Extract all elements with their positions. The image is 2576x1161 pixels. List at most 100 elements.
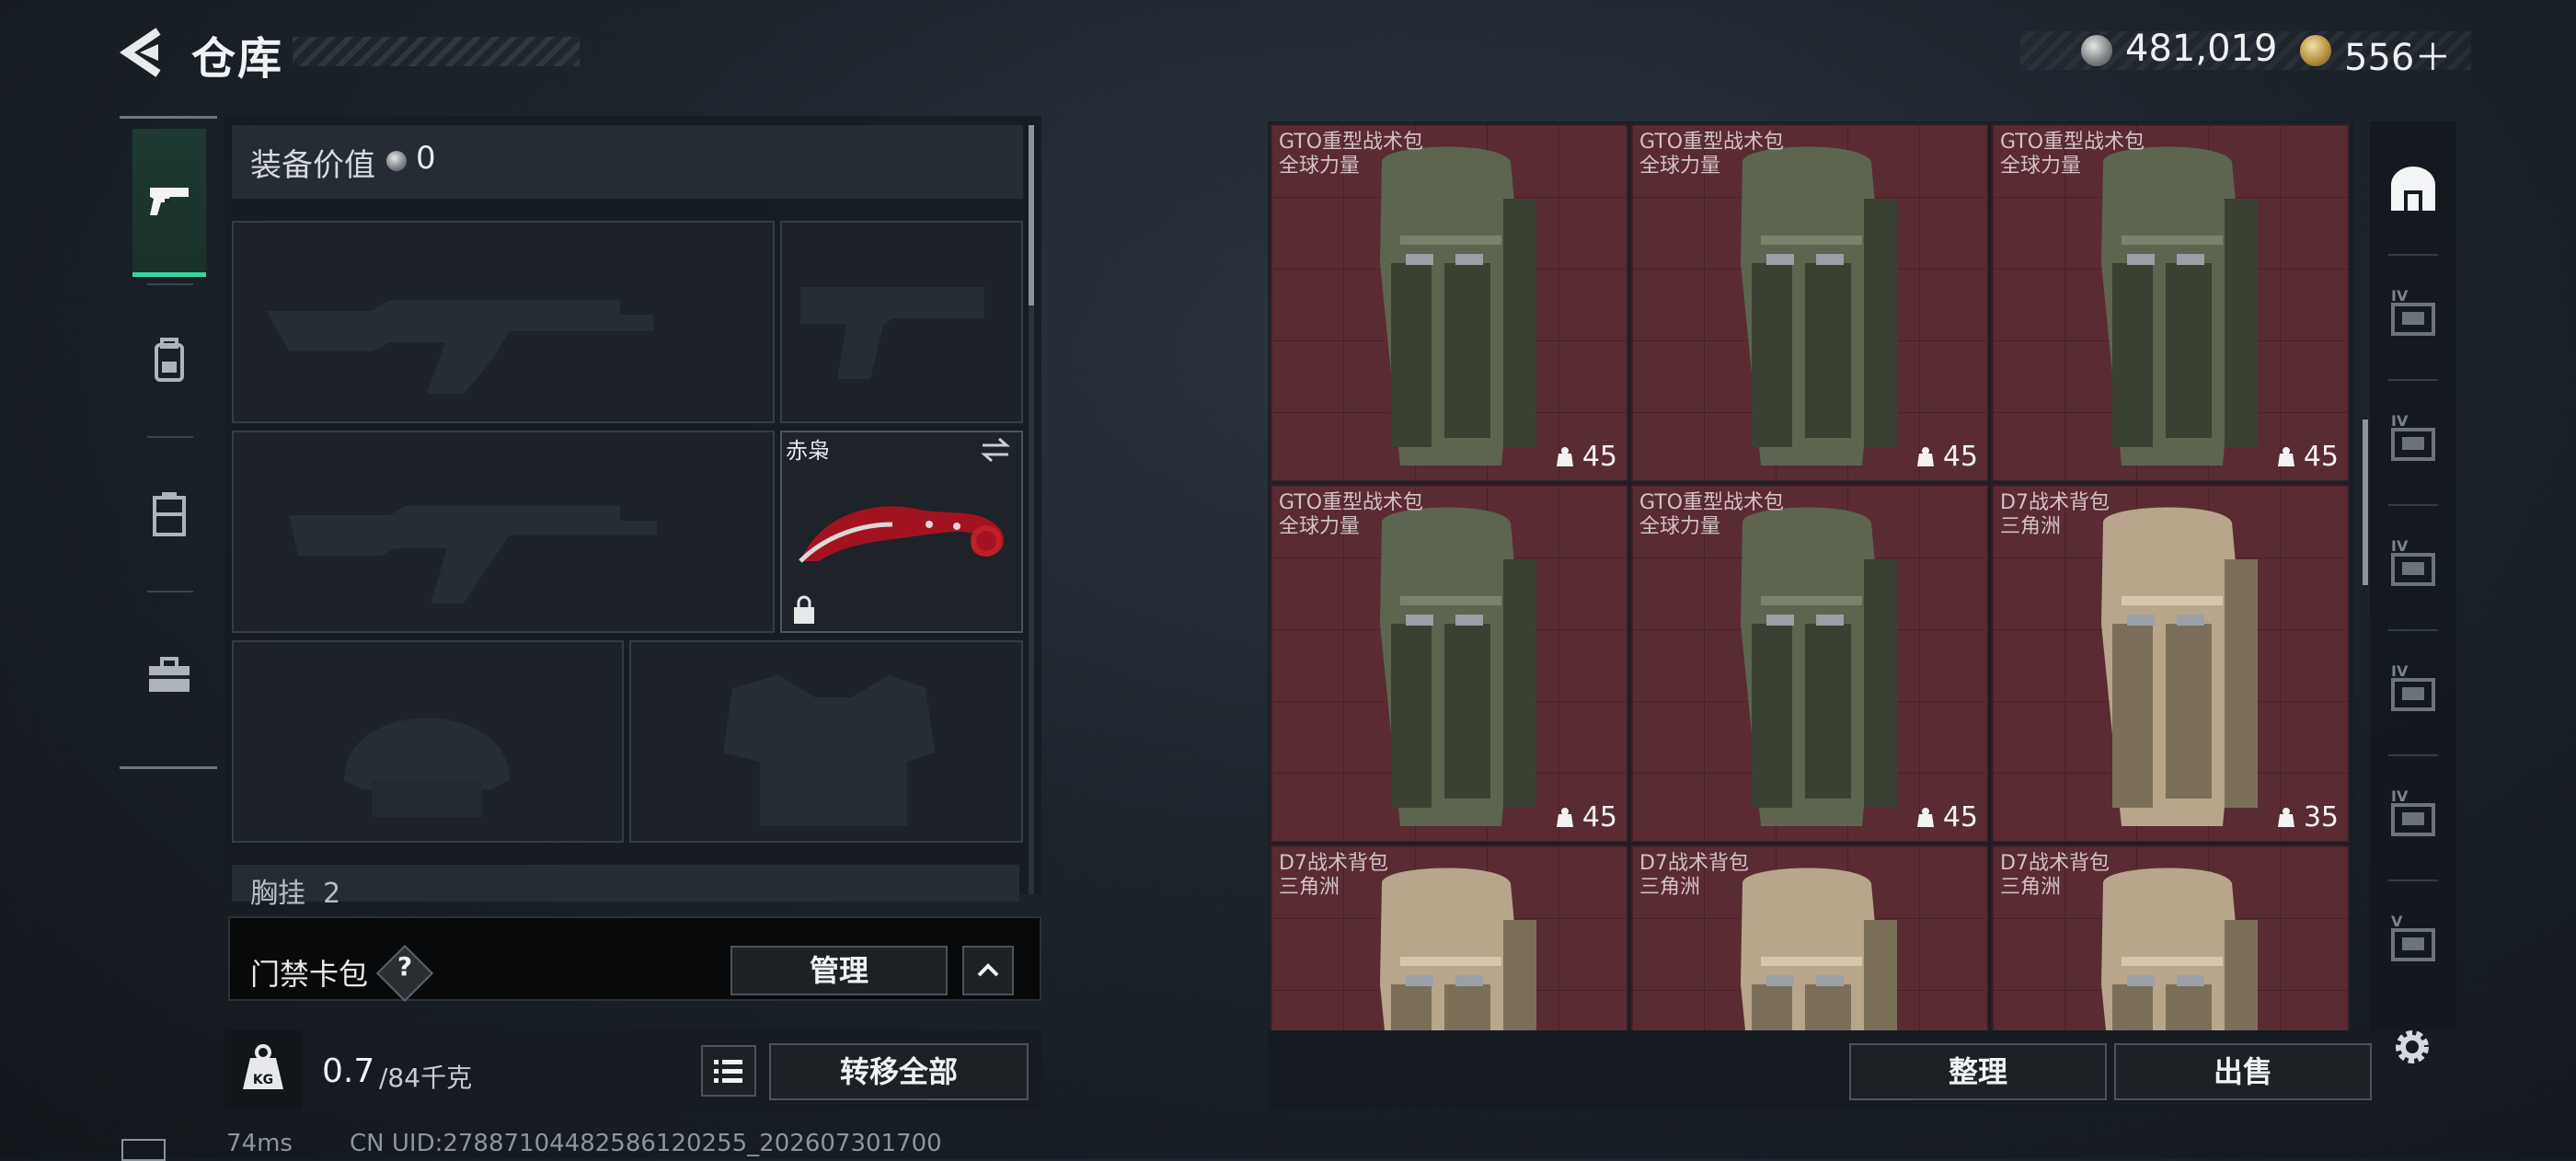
silver-coin-icon	[2081, 35, 2112, 66]
sell-button[interactable]: 出售	[2114, 1043, 2372, 1100]
storage-home-icon	[2391, 167, 2435, 211]
storage-scroll-thumb[interactable]	[2363, 420, 2368, 585]
storage-tab-2[interactable]: IV	[2375, 388, 2451, 489]
melee-weapon-name: 赤枭	[786, 438, 830, 464]
storage-item-backpack[interactable]: D7战术背包 三角洲 35	[1991, 484, 2350, 843]
backpack-item-icon	[1380, 146, 1536, 466]
rifle-silhouette-icon	[289, 506, 657, 603]
category-tab-weapons[interactable]	[132, 129, 206, 277]
capacity-icon	[2277, 807, 2294, 827]
primary-weapon-slot-2[interactable]	[232, 431, 775, 633]
equipment-value-label: 装备价值	[250, 147, 375, 184]
storage-item-backpack[interactable]: GTO重型战术包 全球力量 45	[1630, 484, 1989, 843]
tab-tier-label: IV	[2391, 412, 2409, 430]
keycard-wallet-label: 门禁卡包	[250, 957, 369, 992]
tab-divider	[2388, 254, 2438, 256]
item-brand: 三角洲	[2000, 876, 2062, 899]
max-weight: /84千克	[379, 1063, 473, 1093]
backpack-item-icon	[1741, 146, 1897, 466]
rig-icon	[153, 492, 186, 536]
category-tab-toolbox[interactable]	[132, 602, 206, 749]
list-view-button[interactable]	[701, 1045, 756, 1097]
silver-coin-icon	[386, 151, 407, 171]
item-capacity: 45	[2276, 441, 2339, 473]
backpack-item-icon	[1380, 507, 1536, 826]
storage-tab-1[interactable]: IV	[2375, 263, 2451, 364]
item-capacity: 45	[1555, 441, 1617, 473]
body-armor-slot[interactable]	[629, 640, 1023, 843]
storage-tab-6-icon: V	[2391, 913, 2435, 961]
tab-tier-label: IV	[2391, 662, 2409, 680]
capacity-value: 45	[2303, 441, 2339, 473]
storage-item-backpack[interactable]: GTO重型战术包 全球力量 45	[1630, 123, 1989, 482]
weight-icon: KG	[243, 1044, 283, 1089]
backpack-item-icon	[2101, 507, 2258, 826]
storage-item-backpack[interactable]: GTO重型战术包 全球力量 45	[1270, 123, 1628, 482]
storage-item-backpack[interactable]: D7战术背包 三角洲	[1630, 845, 1989, 1030]
category-tab-rig[interactable]	[132, 440, 206, 587]
storage-tab-6[interactable]: V	[2375, 889, 2451, 990]
collapse-button[interactable]	[962, 946, 1014, 995]
tab-tier-label: V	[2391, 913, 2403, 930]
back-button[interactable]	[118, 26, 173, 79]
premium-currency-button[interactable]: 556＋	[2344, 28, 2451, 81]
capacity-icon	[1556, 807, 1573, 827]
pistol-silhouette-icon	[800, 287, 984, 379]
help-icon-glyph: ?	[397, 951, 413, 982]
storage-tab-5[interactable]: IV	[2375, 764, 2451, 865]
tab-divider	[2388, 629, 2438, 631]
storage-item-backpack[interactable]: GTO重型战术包 全球力量 45	[1991, 123, 2350, 482]
gear-icon	[2396, 1030, 2429, 1063]
storage-item-backpack[interactable]: D7战术背包 三角洲	[1991, 845, 2350, 1030]
chest-rig-label: 胸挂 2	[250, 878, 341, 910]
capacity-icon	[2277, 446, 2294, 466]
tab-divider	[2388, 879, 2438, 881]
equipment-value: 0	[416, 140, 436, 177]
item-brand: 三角洲	[2000, 515, 2062, 538]
capacity-icon	[1916, 446, 1934, 466]
storage-item-backpack[interactable]: D7战术背包 三角洲	[1270, 845, 1628, 1030]
svg-text:KG: KG	[253, 1073, 273, 1087]
storage-item-backpack[interactable]: GTO重型战术包 全球力量 45	[1270, 484, 1628, 843]
rail-divider	[147, 283, 193, 285]
tab-divider	[2388, 754, 2438, 756]
settings-button[interactable]	[2388, 1023, 2436, 1071]
capacity-value: 45	[1581, 801, 1617, 833]
rifle-silhouette-icon	[267, 300, 653, 394]
equipment-scroll-thumb[interactable]	[1029, 125, 1034, 305]
item-brand: 三角洲	[1639, 876, 1701, 899]
secondary-weapon-slot[interactable]	[780, 221, 1023, 423]
storage-tab-4-icon: IV	[2391, 662, 2435, 711]
storage-tab-3-icon: IV	[2391, 537, 2435, 586]
swap-icon[interactable]	[979, 436, 1012, 464]
chevron-up-icon	[977, 963, 999, 977]
item-brand: 全球力量	[1639, 155, 1721, 178]
manage-keycards-button[interactable]: 管理	[730, 946, 948, 995]
tab-tier-label: IV	[2391, 287, 2409, 305]
chest-rig-header[interactable]	[232, 865, 1019, 902]
storage-grid: GTO重型战术包 全球力量 45 GTO重型战术包 全球力量 45 GTO重型战术包 全球力量…	[1270, 123, 2355, 1030]
back-arrow-icon	[119, 28, 161, 77]
storage-tab-5-icon: IV	[2391, 787, 2435, 836]
tab-divider	[2388, 379, 2438, 381]
primary-weapon-slot[interactable]	[232, 221, 775, 423]
current-weight: 0.7	[322, 1052, 375, 1090]
item-brand: 全球力量	[1639, 515, 1721, 538]
storage-tab-3[interactable]: IV	[2375, 513, 2451, 615]
storage-home-tab[interactable]	[2375, 138, 2451, 239]
transfer-all-button[interactable]: 转移全部	[769, 1043, 1029, 1100]
tab-tier-label: IV	[2391, 537, 2409, 555]
helmet-slot[interactable]	[232, 640, 624, 843]
category-tab-backpack[interactable]	[132, 287, 206, 434]
item-brand: 全球力量	[2000, 155, 2082, 178]
storage-tab-4[interactable]: IV	[2375, 638, 2451, 740]
storage-tab-2-icon: IV	[2391, 412, 2435, 461]
backpack-item-icon	[1741, 507, 1897, 826]
armor-silhouette-icon	[723, 675, 935, 826]
capacity-icon	[1556, 446, 1573, 466]
network-ping: 74ms	[226, 1130, 293, 1157]
gold-coin-icon	[2300, 35, 2331, 66]
organize-button[interactable]: 整理	[1849, 1043, 2107, 1100]
tab-divider	[2388, 504, 2438, 506]
list-icon	[714, 1060, 742, 1083]
